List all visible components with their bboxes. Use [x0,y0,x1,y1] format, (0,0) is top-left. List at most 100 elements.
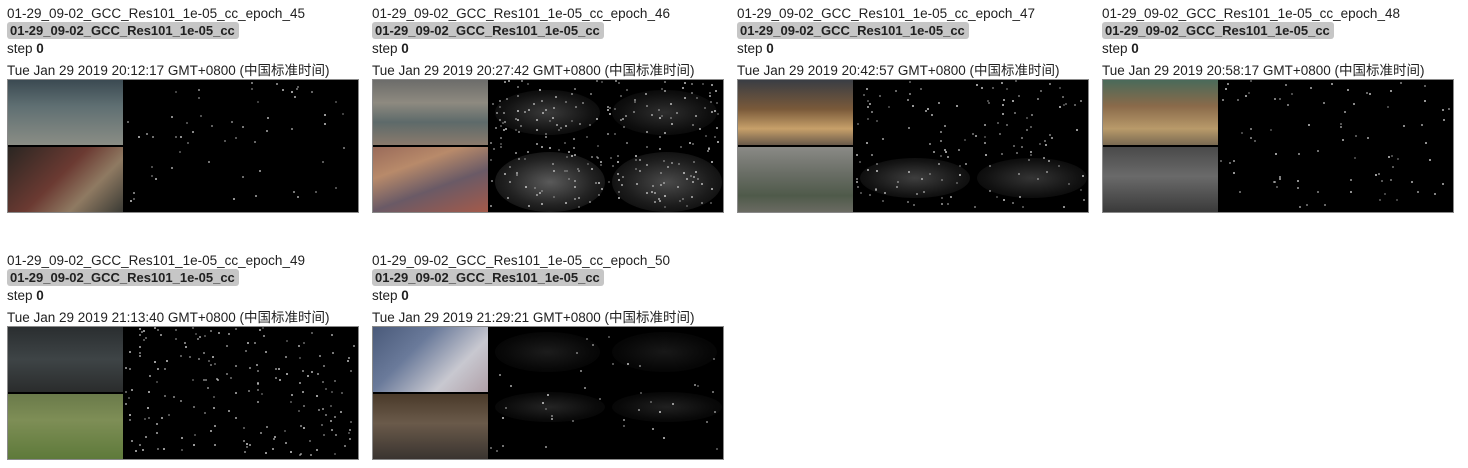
density-speck [664,81,666,83]
density-speck [1021,137,1023,139]
walltime: Tue Jan 29 2019 20:42:57 GMT+0800 (中国标准时… [737,63,1060,78]
density-speck [156,432,158,434]
density-speck [634,99,636,101]
density-speck [533,103,535,105]
density-speck [684,82,686,84]
density-speck [171,167,173,169]
density-speck [214,363,216,365]
density-speck [1039,143,1041,145]
density-speck [1074,104,1076,106]
density-speck [228,333,230,335]
density-speck [697,178,699,180]
density-speck [882,200,884,202]
density-speck [908,127,910,129]
predicted-density-pane [1337,80,1452,212]
density-speck [640,392,642,394]
density-speck [944,149,946,151]
density-speck [230,377,232,379]
density-speck [503,112,505,114]
density-speck [1411,181,1413,183]
density-speck [608,181,610,183]
density-speck [1354,157,1356,159]
density-speck [959,165,961,167]
density-speck [694,384,696,386]
density-speck [322,381,324,383]
density-speck [575,106,577,108]
density-speck [618,197,620,199]
density-speck [324,123,326,125]
density-speck [1030,151,1032,153]
density-speck [964,139,966,141]
density-speck [896,186,898,188]
density-speck [553,196,555,198]
summary-image[interactable] [7,326,359,460]
density-speck [131,389,133,391]
density-speck [857,186,859,188]
scene-photo [1103,80,1218,145]
density-speck [160,334,162,336]
density-speck [659,148,661,150]
summary-image[interactable] [372,326,724,460]
density-speck [925,110,927,112]
density-speck [300,453,302,455]
density-speck [555,96,557,98]
density-speck [499,374,501,376]
density-speck [1298,153,1300,155]
density-speck [565,125,567,127]
density-speck [1390,90,1392,92]
density-speck [353,345,355,347]
density-speck [348,357,350,359]
density-speck [897,181,899,183]
density-speck [705,135,707,137]
density-speck [1001,153,1003,155]
density-speck [654,201,656,203]
density-speck [545,133,547,135]
density-speck [145,337,147,339]
summary-image[interactable] [372,79,724,213]
density-speck [646,164,648,166]
density-speck [661,88,663,90]
summary-image[interactable] [1102,79,1454,213]
density-speck [125,367,127,369]
density-speck [181,449,183,451]
image-card: 01-29_09-02_GCC_Res101_1e-05_cc_epoch_46… [372,5,724,213]
density-speck [517,119,519,121]
density-speck [324,114,326,116]
density-speck [1369,93,1371,95]
card-tag: 01-29_09-02_GCC_Res101_1e-05_cc_epoch_45 [7,6,305,21]
density-speck [1248,92,1250,94]
density-speck [517,95,519,97]
density-speck [161,417,163,419]
density-speck [587,163,589,165]
density-speck [859,161,861,163]
density-speck [297,196,299,198]
density-speck [1065,103,1067,105]
density-speck [1425,142,1427,144]
density-speck [711,188,713,190]
density-speck [541,190,543,192]
density-speck [125,391,127,393]
density-speck [154,361,156,363]
density-speck [528,205,530,207]
summary-image[interactable] [737,79,1089,213]
density-speck [157,329,159,331]
density-speck [715,90,717,92]
density-speck [340,411,342,413]
density-speck [243,440,245,442]
density-speck [1381,180,1383,182]
density-speck [502,445,504,447]
density-speck [129,419,131,421]
density-speck [1063,206,1065,208]
density-speck [553,107,555,109]
density-speck [1229,162,1231,164]
density-speck [275,377,277,379]
summary-image[interactable] [7,79,359,213]
density-speck [284,430,286,432]
density-speck [342,113,344,115]
density-speck [233,198,235,200]
density-speck [704,107,706,109]
density-speck [298,345,300,347]
density-speck [208,360,210,362]
density-speck [1227,83,1229,85]
density-speck [265,351,267,353]
